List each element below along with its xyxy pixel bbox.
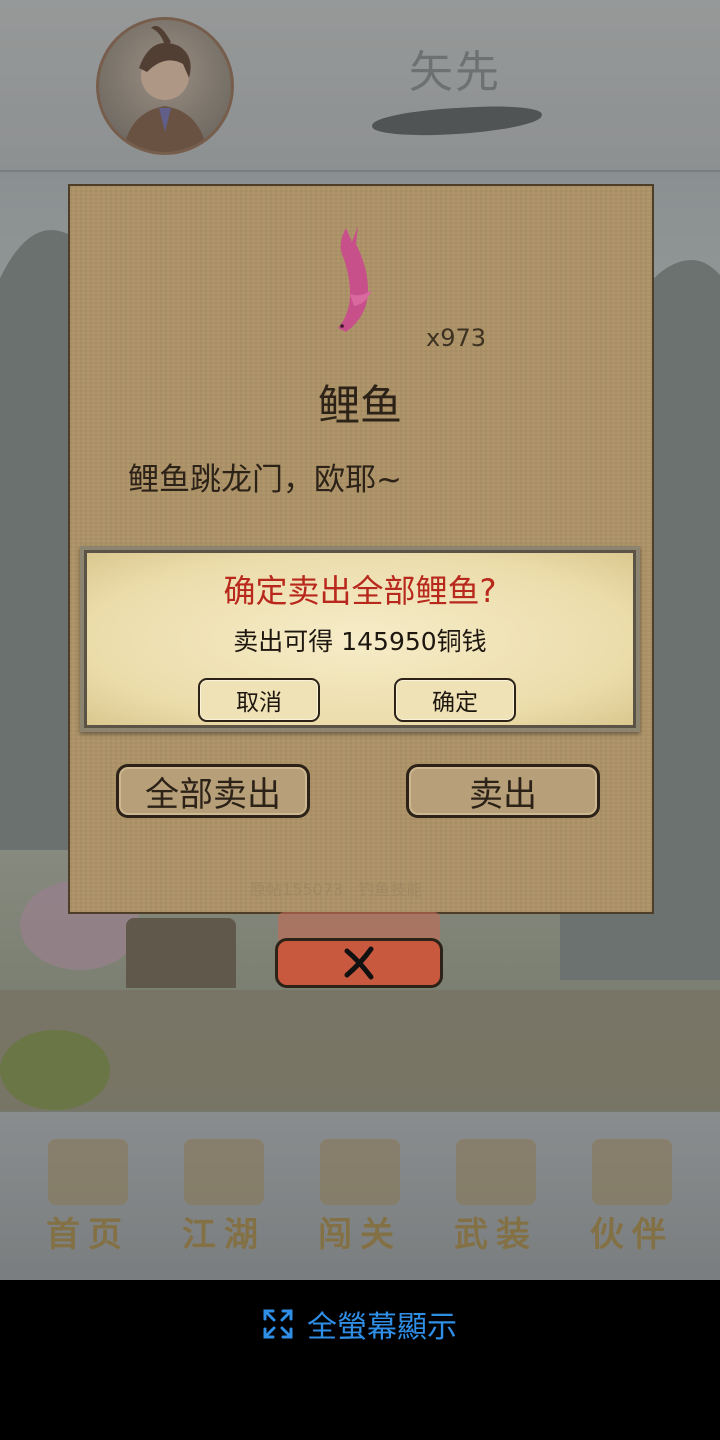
cancel-button[interactable]: 取消 xyxy=(198,678,320,722)
close-x-icon xyxy=(344,946,374,980)
fullscreen-label: 全螢幕顯示 xyxy=(307,1310,457,1345)
game-screen: 矢先 首页 江湖 闯关 武装 伙伴 x973 鲤鱼 鲤鱼跳龙门，欧耶~ 原帖15… xyxy=(0,0,720,1280)
confirm-title: 确定卖出全部鲤鱼? xyxy=(223,572,497,610)
sell-button[interactable]: 卖出 xyxy=(406,764,600,818)
item-count: x973 xyxy=(426,324,487,352)
confirm-button[interactable]: 确定 xyxy=(394,678,516,722)
close-button[interactable] xyxy=(275,938,443,988)
sell-all-button[interactable]: 全部卖出 xyxy=(116,764,310,818)
item-name: 鲤鱼 xyxy=(317,381,402,430)
fullscreen-toggle[interactable]: 全螢幕顯示 xyxy=(263,1302,457,1346)
confirm-earnings-text: 卖出可得 145950铜钱 xyxy=(233,627,487,656)
close-button-shadow xyxy=(278,912,440,940)
item-description: 鲤鱼跳龙门，欧耶~ xyxy=(128,462,402,498)
fullscreen-bar: 全螢幕顯示 xyxy=(0,1280,720,1440)
pink-carp-icon xyxy=(338,226,372,332)
watermark-text: 原帖155073 · 钓鱼技能 xyxy=(250,880,423,899)
expand-icon xyxy=(263,1309,293,1339)
